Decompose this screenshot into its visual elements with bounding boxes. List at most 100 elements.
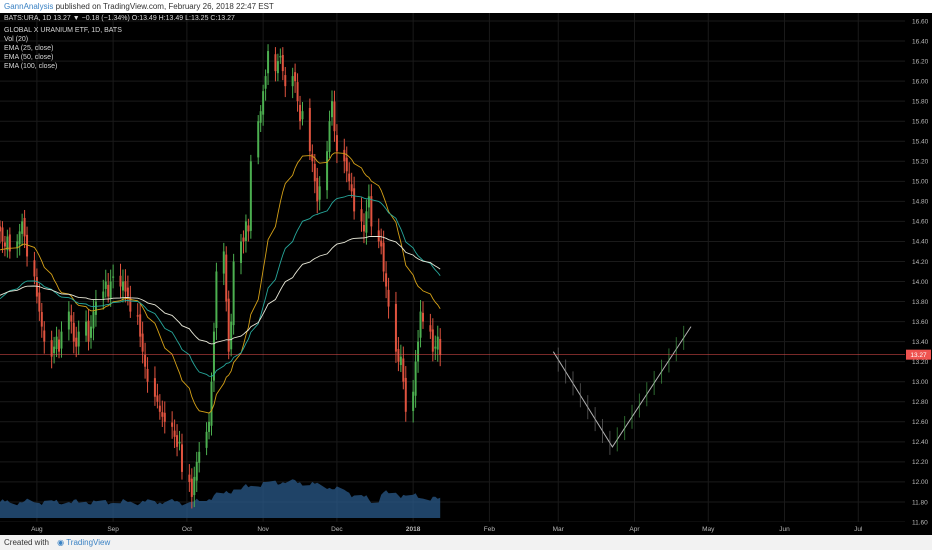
- legend-symbol-line: BATS:URA, 1D 13.27 ▼ −0.18 (−1.34%) O:13…: [4, 15, 235, 22]
- candle-body: [259, 111, 262, 123]
- y-tick-label: 14.80: [912, 199, 929, 206]
- x-tick-label: 2018: [406, 526, 421, 533]
- candle-body: [360, 209, 363, 222]
- tradingview-logo-icon: ◉: [57, 538, 65, 547]
- candle-body: [178, 441, 181, 444]
- candle-body: [222, 251, 225, 274]
- candle-body: [102, 291, 105, 299]
- y-tick-label: 11.60: [912, 519, 928, 526]
- candle-body: [23, 217, 26, 237]
- candle-body: [421, 312, 424, 322]
- candle-body: [431, 329, 434, 352]
- tradingview-brand[interactable]: TradingView: [66, 538, 110, 547]
- candle-body: [173, 430, 176, 437]
- candle-body: [284, 75, 287, 87]
- candle-body: [1, 227, 4, 242]
- y-tick-label: 14.40: [912, 239, 929, 246]
- candle-body: [296, 82, 299, 102]
- candle-body: [119, 275, 122, 287]
- legend-line-4: EMA (100, close): [4, 63, 57, 70]
- candle-body: [136, 315, 139, 317]
- candle-body: [414, 361, 417, 396]
- candle-body: [316, 177, 319, 202]
- x-tick-label: May: [702, 526, 715, 533]
- y-tick-label: 15.60: [912, 119, 929, 126]
- candle-body: [0, 226, 1, 232]
- candle-body: [190, 478, 193, 497]
- price-chart[interactable]: 11.60 11.80 12.00 12.20 12.40 12.60 12.80 13.00…: [0, 13, 932, 535]
- candle-body: [180, 444, 183, 472]
- candle-body: [276, 61, 279, 74]
- y-tick-label: 16.20: [912, 58, 929, 65]
- candle-body: [232, 261, 235, 326]
- time-axis: [0, 522, 905, 535]
- candle-body: [112, 276, 115, 278]
- candle-body: [153, 378, 156, 397]
- x-tick-label: Feb: [484, 526, 496, 533]
- y-tick-label: 13.00: [912, 379, 929, 386]
- candle-body: [126, 287, 129, 297]
- candle-body: [40, 312, 43, 327]
- candle-body: [33, 260, 36, 277]
- candle-body: [156, 395, 159, 402]
- y-tick-label: 13.80: [912, 299, 929, 306]
- candle-body: [436, 336, 439, 350]
- candle-body: [158, 405, 161, 412]
- y-tick-label: 12.00: [912, 479, 929, 486]
- candle-body: [434, 346, 437, 349]
- candle-body: [345, 157, 348, 172]
- y-tick-label: 16.40: [912, 38, 929, 45]
- candle-body: [55, 336, 58, 349]
- candle-body: [92, 311, 95, 329]
- candle-body: [330, 101, 333, 118]
- candle-body: [35, 277, 38, 297]
- candle-body: [281, 54, 284, 72]
- candle-body: [380, 240, 383, 247]
- candle-body: [141, 333, 144, 352]
- x-tick-label: Jul: [854, 526, 863, 533]
- candle-body: [291, 76, 294, 87]
- candle-body: [348, 173, 351, 182]
- current-price-tag: 13.27: [906, 349, 931, 360]
- candle-body: [244, 221, 247, 241]
- candle-body: [94, 301, 97, 315]
- candle-body: [402, 358, 405, 382]
- candle-body: [419, 311, 422, 338]
- candle-body: [404, 377, 407, 412]
- candle-body: [365, 211, 368, 233]
- x-tick-label: Apr: [629, 526, 640, 533]
- candle-body: [77, 331, 80, 347]
- y-tick-label: 14.60: [912, 219, 929, 226]
- candle-body: [397, 349, 400, 362]
- x-tick-label: Sep: [107, 526, 119, 533]
- candle-body: [412, 391, 415, 411]
- candle-body: [26, 234, 29, 257]
- candle-body: [21, 221, 24, 234]
- legend-line-0: GLOBAL X URANIUM ETF, 1D, BATS: [4, 27, 122, 34]
- y-tick-label: 13.40: [912, 339, 929, 346]
- candle-body: [313, 163, 316, 182]
- candle-body: [176, 435, 179, 447]
- publish-info: published on TradingView.com, February 2…: [55, 2, 274, 11]
- candle-body: [333, 101, 336, 132]
- y-tick-label: 14.00: [912, 279, 929, 286]
- candle-body: [382, 242, 385, 272]
- y-tick-label: 16.60: [912, 18, 929, 25]
- candle-body: [353, 188, 356, 212]
- author-link[interactable]: GannAnalysis: [0, 2, 53, 11]
- candle-body: [161, 412, 164, 417]
- candle-body: [328, 121, 331, 152]
- candle-body: [215, 271, 218, 328]
- candle-body: [240, 241, 243, 263]
- candle-body: [109, 281, 112, 299]
- x-tick-label: Oct: [182, 526, 192, 533]
- candle-body: [198, 451, 201, 463]
- candle-body: [311, 154, 314, 162]
- candle-body: [257, 121, 260, 158]
- candle-body: [343, 149, 346, 162]
- candle-body: [439, 338, 442, 355]
- y-tick-label: 13.20: [912, 359, 929, 366]
- candle-body: [377, 230, 380, 242]
- candle-body: [58, 339, 61, 352]
- candle-body: [60, 331, 63, 349]
